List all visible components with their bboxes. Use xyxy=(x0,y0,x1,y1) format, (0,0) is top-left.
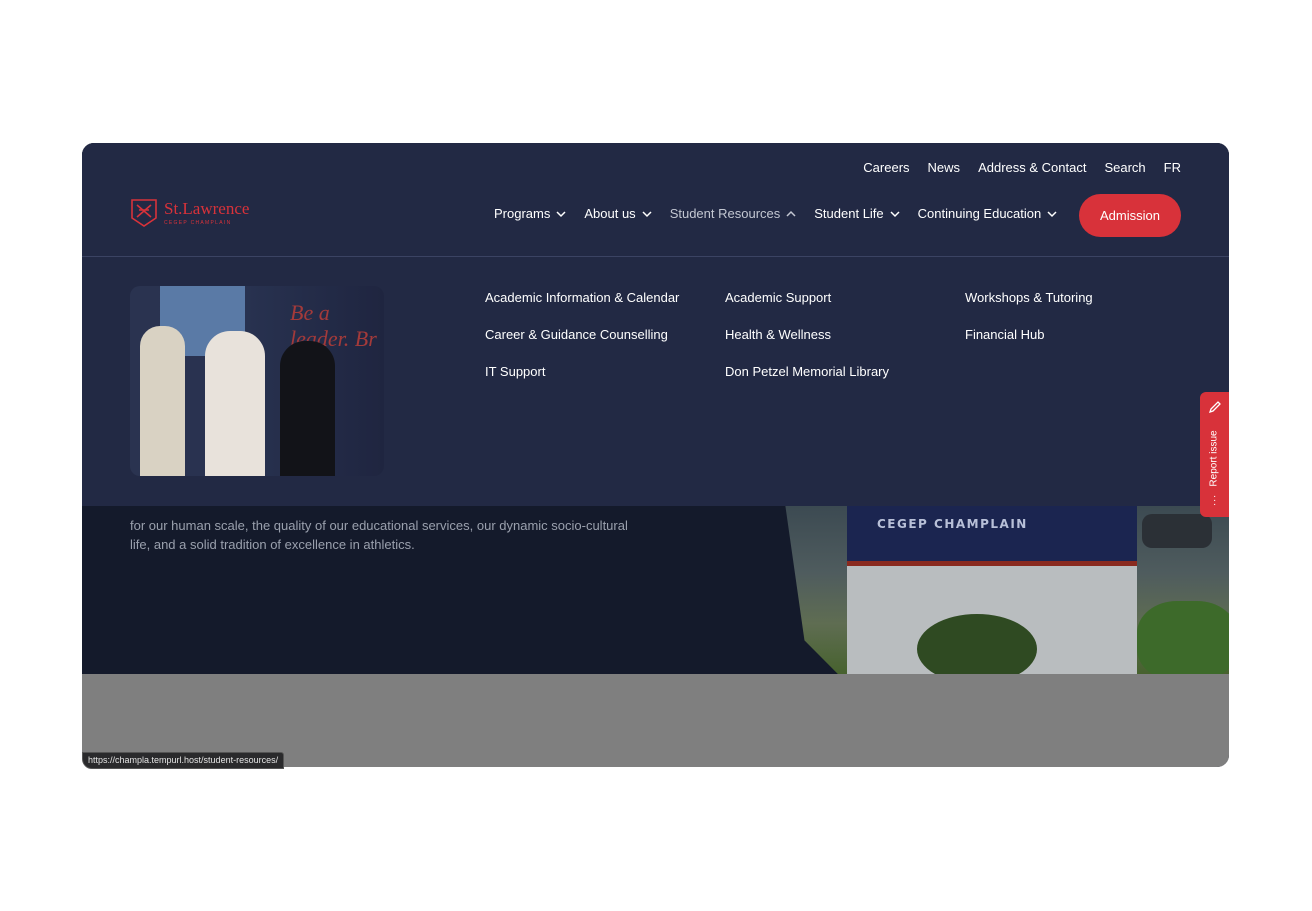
nav-label: Programs xyxy=(494,206,551,221)
pencil-icon xyxy=(1208,401,1221,414)
util-link-careers[interactable]: Careers xyxy=(863,160,909,175)
hero-description: for our human scale, the quality of our … xyxy=(130,518,628,552)
browser-viewport: for our human scale, the quality of our … xyxy=(82,143,1229,767)
nav-label: Student Life xyxy=(814,206,884,221)
nav-student-life[interactable]: Student Life xyxy=(814,206,900,221)
chevron-down-icon xyxy=(1047,210,1057,217)
chevron-down-icon xyxy=(642,210,652,217)
submenu-links: Academic Information & Calendar Academic… xyxy=(485,289,1205,380)
chevron-down-icon xyxy=(890,210,900,217)
nav-programs[interactable]: Programs xyxy=(494,206,566,221)
menu-feature-image[interactable]: Be a leader. Br xyxy=(130,286,384,476)
utility-nav: Careers News Address & Contact Search FR xyxy=(863,160,1181,175)
nav-label: Continuing Education xyxy=(917,206,1042,221)
submenu-link-workshops-tutoring[interactable]: Workshops & Tutoring xyxy=(965,289,1205,306)
person-figure xyxy=(140,326,185,476)
site-header: Careers News Address & Contact Search FR… xyxy=(82,143,1229,506)
car-image xyxy=(1142,514,1212,548)
bush-image xyxy=(1137,601,1229,674)
divider xyxy=(82,256,1229,257)
hero-photo: CEGEP CHAMPLAIN xyxy=(785,506,1229,674)
submenu-link-academic-support[interactable]: Academic Support xyxy=(725,289,965,306)
crest-icon xyxy=(131,199,157,227)
sign-image xyxy=(847,506,1137,561)
status-bar-url: https://champla.tempurl.host/student-res… xyxy=(82,752,285,769)
util-link-search[interactable]: Search xyxy=(1104,160,1145,175)
sign-text: CEGEP CHAMPLAIN xyxy=(877,517,1028,531)
main-nav: Programs About us Student Resources Stud… xyxy=(494,206,1075,221)
submenu-link-health-wellness[interactable]: Health & Wellness xyxy=(725,326,965,343)
report-issue-tab[interactable]: Report issue · · · xyxy=(1200,392,1229,517)
language-toggle[interactable]: FR xyxy=(1164,160,1181,175)
util-link-address-contact[interactable]: Address & Contact xyxy=(978,160,1086,175)
report-issue-label: Report issue xyxy=(1209,429,1221,487)
person-figure xyxy=(280,341,335,476)
chevron-down-icon xyxy=(556,210,566,217)
submenu-link-financial-hub[interactable]: Financial Hub xyxy=(965,326,1205,343)
chevron-up-icon xyxy=(786,210,796,217)
logo-subtitle: CEGEP CHAMPLAIN xyxy=(164,220,232,226)
nav-about-us[interactable]: About us xyxy=(584,206,652,221)
nav-student-resources[interactable]: Student Resources xyxy=(670,206,797,221)
nav-label: Student Resources xyxy=(669,206,781,221)
util-link-news[interactable]: News xyxy=(928,160,961,175)
submenu-link-academic-information[interactable]: Academic Information & Calendar xyxy=(485,289,725,306)
nav-label: About us xyxy=(584,206,636,221)
submenu-link-it-support[interactable]: IT Support xyxy=(485,363,725,380)
site-logo[interactable]: St.Lawrence CEGEP CHAMPLAIN xyxy=(130,198,249,228)
nav-continuing-education[interactable]: Continuing Education xyxy=(918,206,1058,221)
person-figure xyxy=(205,331,265,476)
more-dots-icon: · · · xyxy=(1213,491,1217,510)
submenu-link-career-guidance[interactable]: Career & Guidance Counselling xyxy=(485,326,725,343)
submenu-link-library[interactable]: Don Petzel Memorial Library xyxy=(725,363,965,380)
logo-name: St.Lawrence xyxy=(164,199,250,218)
admission-button[interactable]: Admission xyxy=(1079,194,1181,237)
